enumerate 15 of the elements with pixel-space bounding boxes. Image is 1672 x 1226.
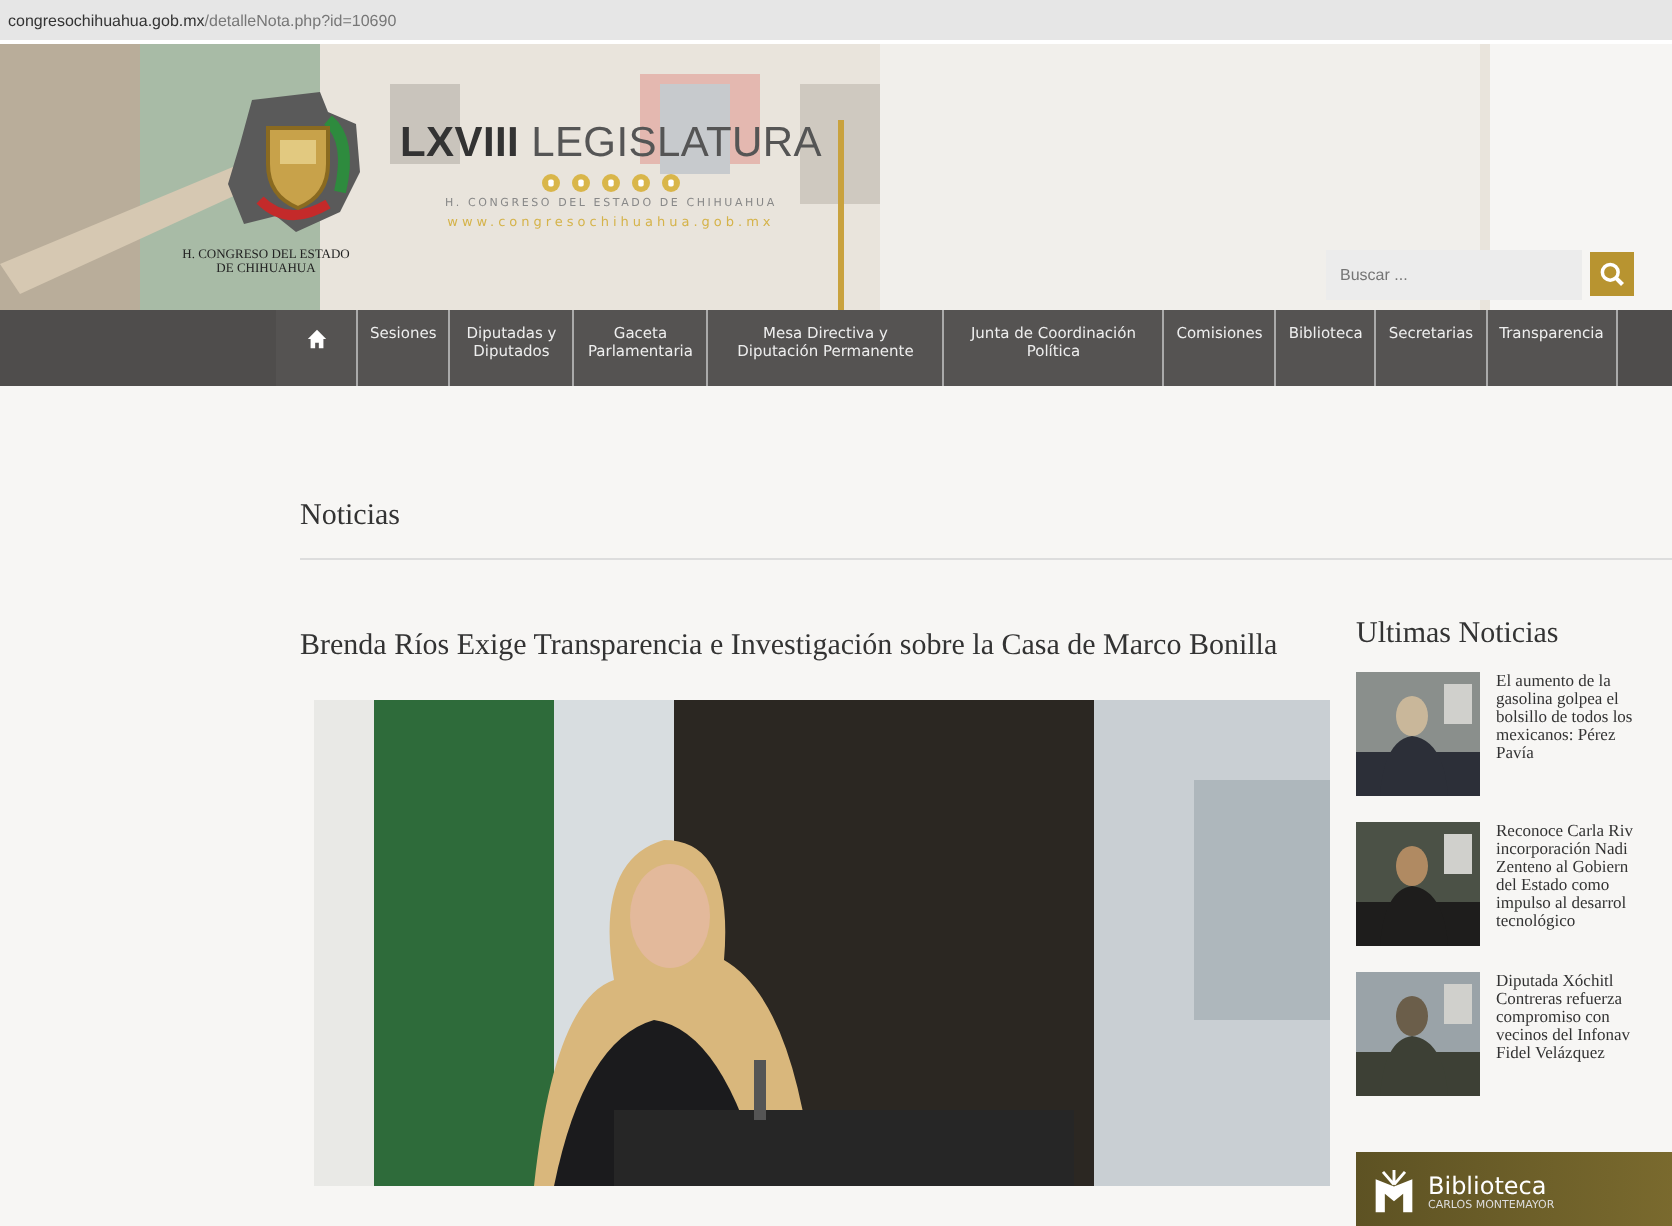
banner-title: Biblioteca (1428, 1172, 1547, 1200)
legislature-title: LXVIII LEGISLATURA (400, 120, 822, 168)
home-nav-button[interactable] (276, 310, 356, 386)
search-icon (1598, 260, 1626, 288)
news-link[interactable]: El aumento de la gasolina golpea el bolsillo de todos los mexicanos: Pérez Pavía (1496, 672, 1633, 822)
home-icon (305, 328, 327, 350)
book-logo-icon (1372, 1168, 1416, 1216)
news-link[interactable]: Diputada Xóchitl Contreras refuerza compromiso con vecinos del Infonav Fidel Velázquez (1496, 972, 1631, 1122)
address-url[interactable]: congresochihuahua.gob.mx/detalleNota.php?id=10690 (8, 11, 397, 29)
search-field[interactable]: Buscar ... (1326, 250, 1582, 300)
article-title: Brenda Ríos Exige Transparencia e Investigación sobre la Casa de Marco Bonilla (300, 628, 1280, 666)
section-title: Noticias (300, 500, 402, 534)
search-button[interactable] (1590, 252, 1634, 296)
news-link[interactable]: Reconoce Carla Riv incorporación Nadi Zenteno al Gobiern del Estado como impulso al desarrol tecnológico (1496, 822, 1633, 972)
sidebar-title: Ultimas Noticias (1356, 618, 1561, 652)
